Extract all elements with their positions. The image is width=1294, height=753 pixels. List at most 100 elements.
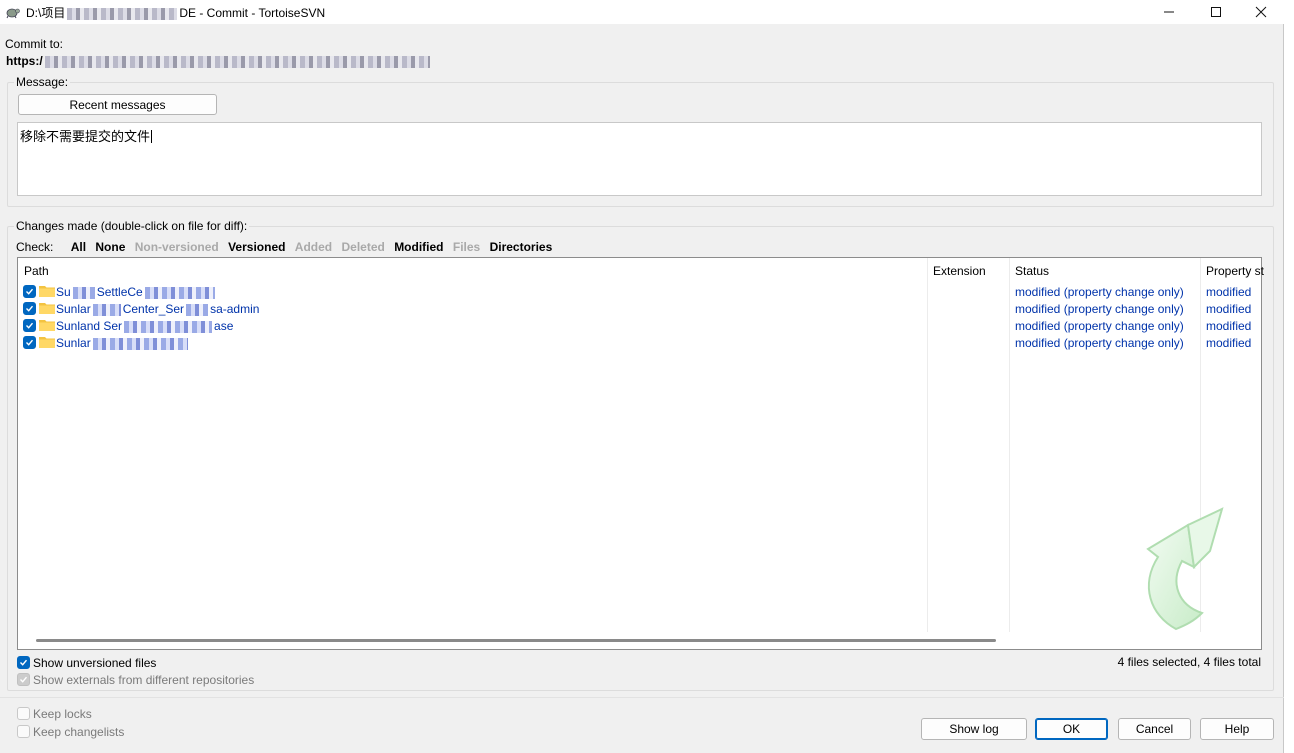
close-icon <box>1255 6 1267 18</box>
redacted-url <box>44 55 430 68</box>
check-label: Check: <box>16 240 54 254</box>
column-property-status[interactable]: Property st <box>1206 264 1264 278</box>
table-row[interactable]: Sunlar modified (property change only) m… <box>18 335 1261 352</box>
check-icon <box>26 339 34 346</box>
row-path-text: Sunlar <box>56 336 91 350</box>
row-status: modified (property change only) <box>1015 302 1184 316</box>
list-header: Path Extension Status Property st <box>18 258 1264 282</box>
column-extension[interactable]: Extension <box>933 264 986 278</box>
text-caret <box>151 130 153 143</box>
redacted-title <box>67 7 178 20</box>
row-path: Sunlar <box>56 336 188 350</box>
column-status[interactable]: Status <box>1015 264 1049 278</box>
keep-locks-label: Keep locks <box>33 707 92 721</box>
maximize-button[interactable] <box>1193 0 1239 24</box>
changes-group-label: Changes made (double-click on file for d… <box>14 219 250 233</box>
maximize-icon <box>1211 7 1221 17</box>
row-path-text: Sunland Ser <box>56 319 123 333</box>
scrollbar-thumb[interactable] <box>36 639 996 642</box>
ok-button[interactable]: OK <box>1035 718 1108 740</box>
row-path: Sunlar Center_Ser sa-admin <box>56 302 259 316</box>
check-icon <box>20 676 28 683</box>
selection-summary: 4 files selected, 4 files total <box>1117 655 1261 669</box>
check-filter-bar: Check: All None Non-versioned Versioned … <box>16 240 558 254</box>
show-log-button[interactable]: Show log <box>921 718 1027 740</box>
row-status: modified (property change only) <box>1015 336 1184 350</box>
filter-none[interactable]: None <box>95 240 125 254</box>
window-title: D:\项目 DE - Commit - TortoiseSVN <box>26 4 325 21</box>
row-checkbox[interactable] <box>23 302 36 315</box>
commit-url-prefix: https:/ <box>6 54 43 68</box>
row-path-text: Center_Ser <box>122 302 185 316</box>
folder-icon <box>39 286 55 297</box>
commit-arrow-icon <box>1146 507 1224 631</box>
check-icon <box>26 322 34 329</box>
table-row[interactable]: Su SettleCe modified (property change onl… <box>18 284 1261 301</box>
row-checkbox[interactable] <box>23 319 36 332</box>
row-property-status: modified <box>1206 319 1252 333</box>
show-externals-label: Show externals from different repositori… <box>33 673 255 687</box>
keep-locks-checkbox <box>17 707 30 720</box>
recent-messages-button[interactable]: Recent messages <box>18 94 217 115</box>
divider <box>0 697 1284 698</box>
minimize-button[interactable] <box>1146 0 1192 24</box>
changes-list[interactable]: Path Extension Status Property st Su Sett… <box>17 257 1264 650</box>
keep-changelists-label: Keep changelists <box>33 725 125 739</box>
row-path-text: sa-admin <box>210 302 260 316</box>
folder-icon <box>39 303 55 314</box>
row-property-status: modified <box>1206 336 1252 350</box>
row-path-text: Sunlar <box>56 302 91 316</box>
row-checkbox[interactable] <box>23 336 36 349</box>
close-button[interactable] <box>1238 0 1284 24</box>
keep-changelists-checkbox <box>17 725 30 738</box>
message-text: 移除不需要提交的文件 <box>20 130 151 145</box>
filter-all[interactable]: All <box>71 240 86 254</box>
folder-icon <box>39 320 55 331</box>
check-icon <box>26 288 34 295</box>
title-suffix: DE - Commit - TortoiseSVN <box>179 6 326 20</box>
row-path-text: Su <box>56 285 71 299</box>
minimize-icon <box>1164 11 1174 13</box>
row-path-text: SettleCe <box>96 285 143 299</box>
filter-files: Files <box>452 240 481 254</box>
show-unversioned-label[interactable]: Show unversioned files <box>33 656 156 670</box>
filter-added: Added <box>294 240 333 254</box>
commit-url: https:/ <box>6 54 430 68</box>
filter-deleted: Deleted <box>341 240 385 254</box>
filter-directories[interactable]: Directories <box>490 240 553 254</box>
show-unversioned-checkbox[interactable] <box>17 656 30 669</box>
row-status: modified (property change only) <box>1015 319 1184 333</box>
table-row[interactable]: Sunland Ser ase modified (property change… <box>18 318 1261 335</box>
check-icon <box>20 659 28 666</box>
redacted-path <box>92 303 121 316</box>
redacted-path <box>72 286 95 299</box>
horizontal-scrollbar[interactable] <box>19 632 1261 648</box>
message-input[interactable]: 移除不需要提交的文件 <box>17 122 1262 196</box>
column-path[interactable]: Path <box>24 264 49 278</box>
filter-modified[interactable]: Modified <box>394 240 443 254</box>
help-button[interactable]: Help <box>1200 718 1274 740</box>
redacted-path <box>144 286 215 299</box>
row-checkbox[interactable] <box>23 285 36 298</box>
table-row[interactable]: Sunlar Center_Ser sa-admin modified (prope… <box>18 301 1261 318</box>
row-path-text: ase <box>214 319 234 333</box>
commit-dialog: D:\项目 DE - Commit - TortoiseSVN Commit to… <box>0 0 1284 753</box>
row-status: modified (property change only) <box>1015 285 1184 299</box>
commit-to-label: Commit to: <box>5 37 64 51</box>
title-prefix: D:\项目 <box>26 6 66 20</box>
cancel-button[interactable]: Cancel <box>1118 718 1191 740</box>
tortoise-icon <box>6 8 20 19</box>
redacted-path <box>124 320 213 333</box>
row-property-status: modified <box>1206 302 1252 316</box>
show-externals-checkbox <box>17 673 30 686</box>
filter-versioned[interactable]: Versioned <box>228 240 285 254</box>
redacted-path <box>186 303 209 316</box>
row-property-status: modified <box>1206 285 1252 299</box>
title-bar: D:\项目 DE - Commit - TortoiseSVN <box>0 0 1284 24</box>
row-path: Sunland Ser ase <box>56 319 233 333</box>
redacted-path <box>92 337 188 350</box>
row-path: Su SettleCe <box>56 285 215 299</box>
check-icon <box>26 305 34 312</box>
message-group-label: Message: <box>14 75 71 89</box>
filter-non-versioned: Non-versioned <box>134 240 219 254</box>
